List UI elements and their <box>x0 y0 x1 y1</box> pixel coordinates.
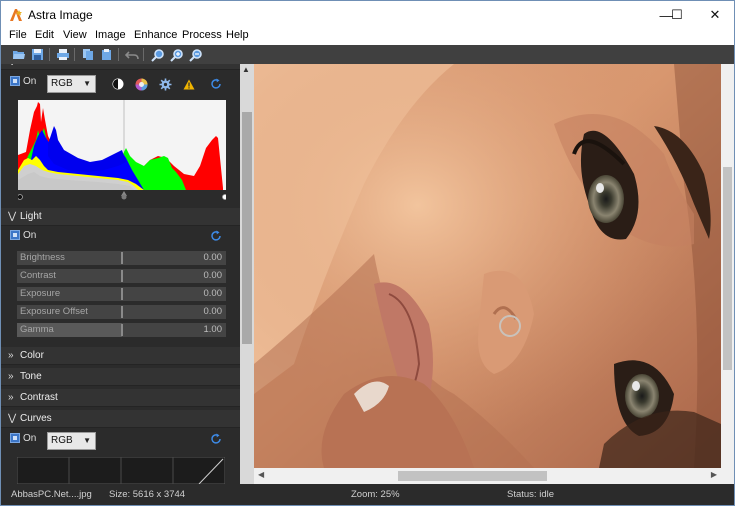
title-bar: Astra Image — ☐ ✕ <box>1 1 734 29</box>
slider-handle[interactable] <box>121 306 123 318</box>
curves-section-header[interactable]: ⋁ Curves <box>1 410 240 428</box>
menu-bar: File Edit View Image Enhance Process Hel… <box>1 29 734 45</box>
chevron-right-icon: » <box>8 371 14 382</box>
curves-channel-select[interactable]: RGB ▼ <box>47 432 96 450</box>
color-section-header[interactable]: » Color <box>1 347 240 365</box>
paste-icon[interactable] <box>98 46 115 63</box>
levels-histogram <box>18 100 226 200</box>
light-on-label: On <box>23 230 37 241</box>
curves-on-label: On <box>23 433 37 444</box>
panel-scrollbar[interactable]: ▲ <box>240 64 254 484</box>
zoom-in-icon[interactable] <box>168 46 185 63</box>
slider-value: 0.00 <box>203 270 223 281</box>
scroll-left-icon[interactable]: ◀ <box>258 470 264 479</box>
scroll-corner <box>721 468 734 484</box>
levels-channel-select[interactable]: RGB ▼ <box>47 75 96 93</box>
contrast-circle-icon[interactable] <box>112 78 124 90</box>
slider-label: Contrast <box>20 270 56 281</box>
reset-icon[interactable] <box>210 230 222 242</box>
chevron-down-icon: ⋁ <box>8 64 16 69</box>
menu-edit[interactable]: Edit <box>35 29 54 45</box>
slider-label: Exposure <box>20 288 61 299</box>
menu-view[interactable]: View <box>63 29 87 45</box>
slider-label: Brightness <box>20 252 65 263</box>
light-slider-exposure-offset[interactable]: Exposure Offset 0.00 <box>17 305 226 319</box>
scroll-up-icon[interactable]: ▲ <box>242 65 250 74</box>
slider-value: 0.00 <box>203 252 223 263</box>
menu-image[interactable]: Image <box>95 29 126 45</box>
menu-enhance[interactable]: Enhance <box>134 29 177 45</box>
light-section-header[interactable]: ⋁ Light <box>1 208 240 226</box>
status-size: Size: 5616 x 3744 <box>109 489 186 500</box>
color-wheel-icon[interactable] <box>135 78 148 91</box>
slider-label: Exposure Offset <box>20 306 88 317</box>
chevron-down-icon: ⋁ <box>8 211 17 222</box>
scroll-right-icon[interactable]: ▶ <box>711 470 717 479</box>
menu-help[interactable]: Help <box>226 29 249 45</box>
undo-icon[interactable] <box>123 46 140 63</box>
light-slider-gamma[interactable]: Gamma 1.00 <box>17 323 226 337</box>
slider-value: 1.00 <box>203 324 223 335</box>
levels-on-checkbox[interactable] <box>10 76 20 86</box>
slider-value: 0.00 <box>203 306 223 317</box>
app-window: Astra Image — ☐ ✕ File Edit View Image E… <box>0 0 735 506</box>
zoom-fit-icon[interactable] <box>149 46 166 63</box>
menu-process[interactable]: Process <box>182 29 222 45</box>
contrast-section-title: Contrast <box>20 392 58 403</box>
image-vertical-scrollbar[interactable] <box>721 64 734 468</box>
open-folder-icon[interactable] <box>10 46 27 63</box>
astra-logo-icon <box>10 9 22 21</box>
curves-graph[interactable] <box>17 457 225 484</box>
curves-section-title: Curves <box>20 413 52 424</box>
slider-handle[interactable] <box>121 270 123 282</box>
chevron-down-icon: ⋁ <box>8 413 17 424</box>
slider-handle[interactable] <box>121 288 123 300</box>
contrast-section-header[interactable]: » Contrast <box>1 389 240 407</box>
toolbar <box>1 45 734 64</box>
print-icon[interactable] <box>54 46 71 63</box>
horizontal-scroll-thumb[interactable] <box>398 471 547 481</box>
menu-file[interactable]: File <box>9 29 27 45</box>
levels-channel-value: RGB <box>51 78 73 89</box>
reset-icon[interactable] <box>210 433 222 445</box>
vertical-scroll-thumb[interactable] <box>723 167 732 370</box>
portrait-photo <box>254 64 721 468</box>
slider-label: Gamma <box>20 324 54 335</box>
warning-icon[interactable] <box>183 79 195 90</box>
reset-icon[interactable] <box>210 78 222 90</box>
curves-on-checkbox[interactable] <box>10 433 20 443</box>
image-canvas[interactable] <box>254 64 721 468</box>
light-slider-brightness[interactable]: Brightness 0.00 <box>17 251 226 265</box>
levels-section-header[interactable]: ⋁ <box>1 64 240 70</box>
status-filename: AbbasPC.Net....jpg <box>11 489 92 500</box>
copy-icon[interactable] <box>80 46 97 63</box>
chevron-down-icon: ▼ <box>83 436 91 445</box>
slider-handle[interactable] <box>121 252 123 264</box>
chevron-down-icon: ▼ <box>83 79 91 88</box>
light-on-checkbox[interactable] <box>10 230 20 240</box>
panel-scroll-thumb[interactable] <box>242 112 252 344</box>
slider-handle[interactable] <box>121 324 123 336</box>
light-slider-exposure[interactable]: Exposure 0.00 <box>17 287 226 301</box>
chevron-right-icon: » <box>8 350 14 361</box>
curves-channel-value: RGB <box>51 435 73 446</box>
adjustments-panel: ⋁ On RGB ▼ <box>1 64 240 484</box>
slider-value: 0.00 <box>203 288 223 299</box>
tone-section-header[interactable]: » Tone <box>1 368 240 386</box>
gear-icon[interactable] <box>159 78 172 91</box>
status-zoom: Zoom: 25% <box>351 489 400 500</box>
window-title: Astra Image <box>28 8 93 22</box>
image-horizontal-scrollbar[interactable]: ◀ ▶ <box>254 468 721 484</box>
status-state: Status: idle <box>507 489 554 500</box>
light-section-title: Light <box>20 211 42 222</box>
color-section-title: Color <box>20 350 44 361</box>
tone-section-title: Tone <box>20 371 42 382</box>
chevron-right-icon: » <box>8 392 14 403</box>
light-slider-contrast[interactable]: Contrast 0.00 <box>17 269 226 283</box>
status-bar: AbbasPC.Net....jpg Size: 5616 x 3744 Zoo… <box>1 484 734 505</box>
levels-on-label: On <box>23 76 37 87</box>
close-button[interactable]: ✕ <box>692 1 734 29</box>
save-icon[interactable] <box>29 46 46 63</box>
zoom-out-icon[interactable] <box>187 46 204 63</box>
